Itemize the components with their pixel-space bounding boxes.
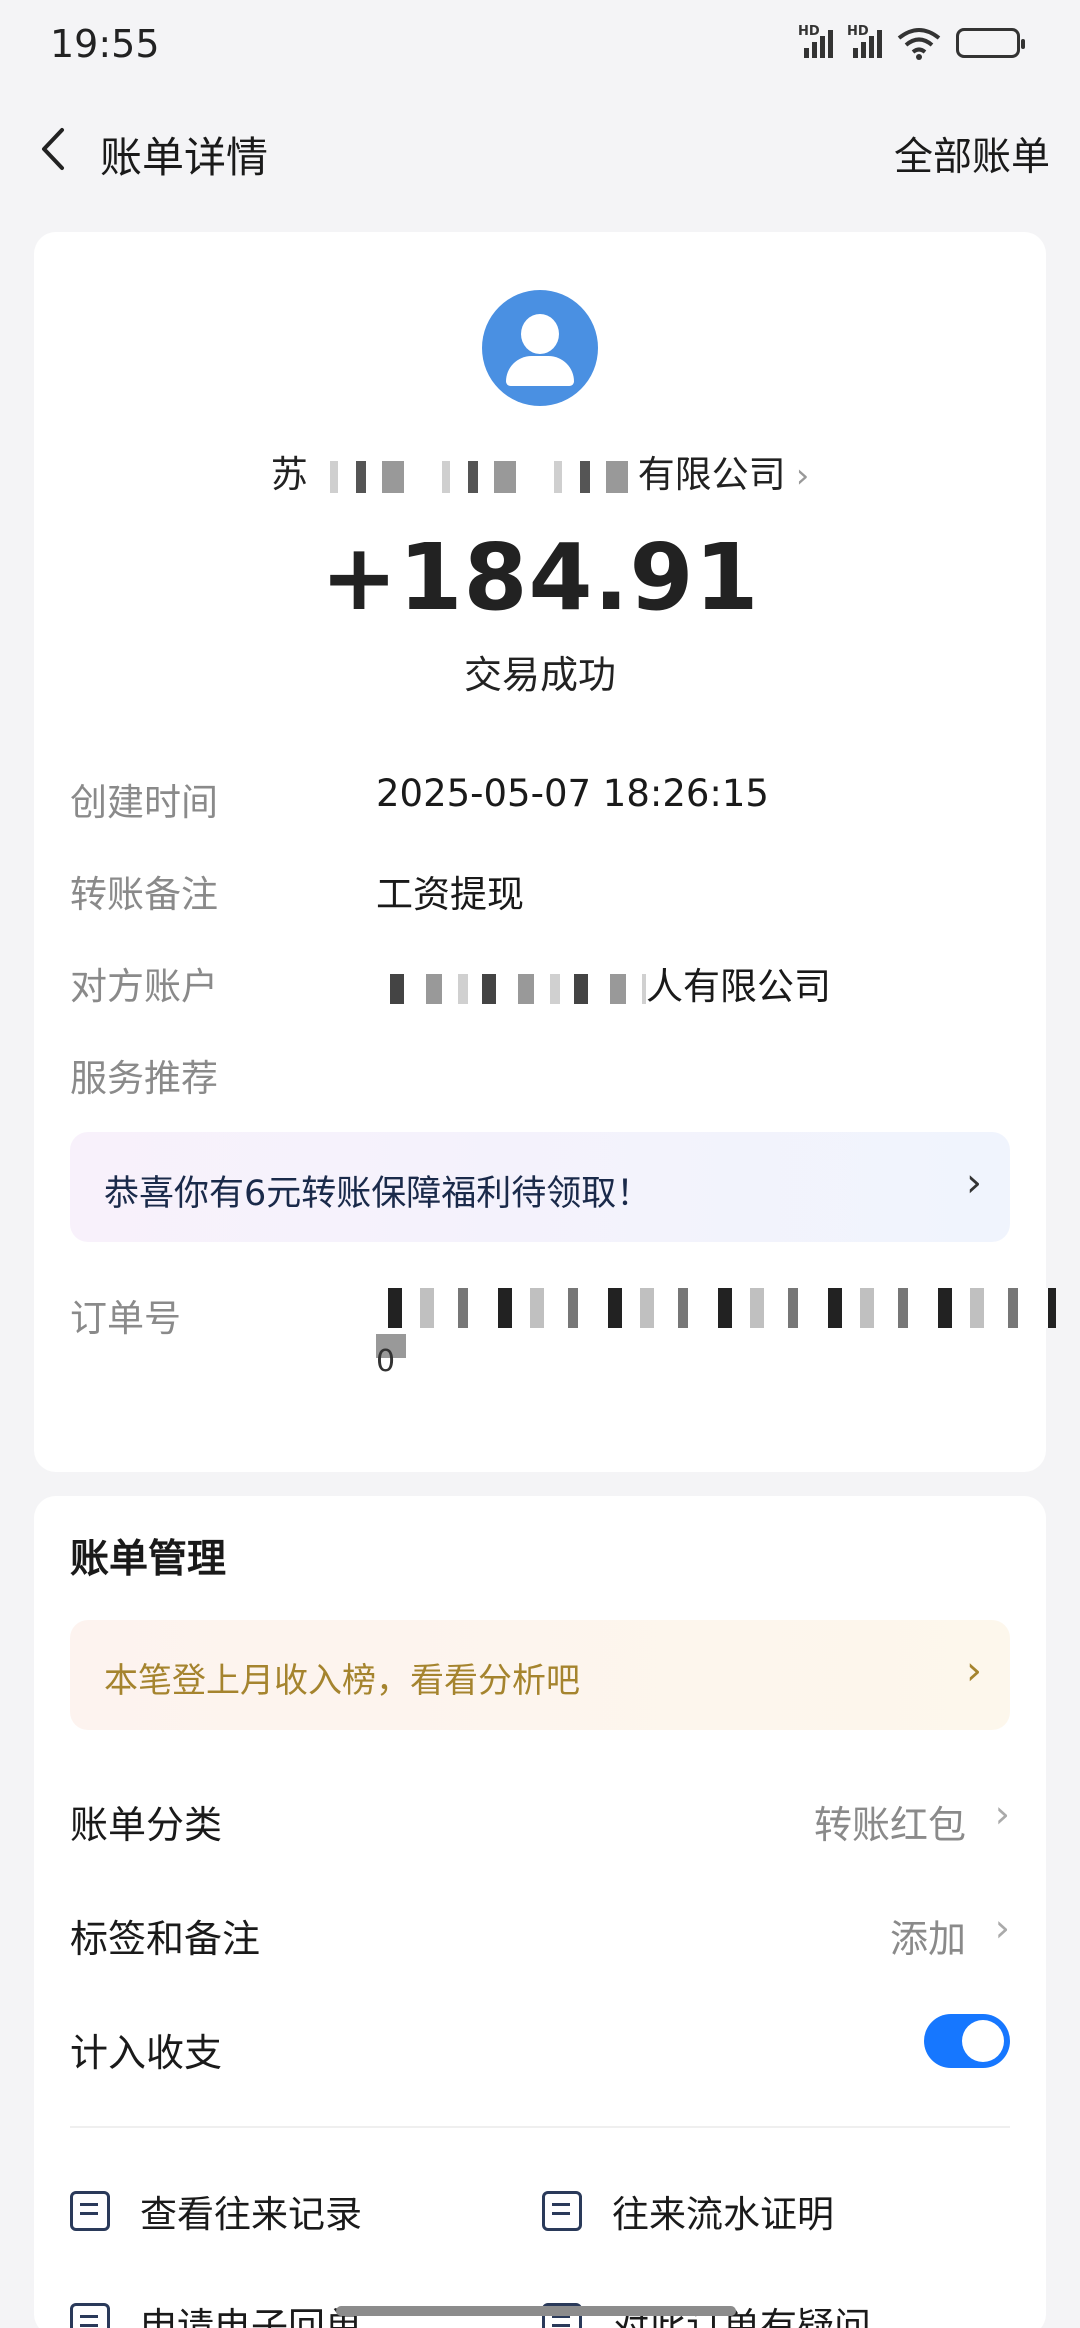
status-icons: HD HD [798, 24, 1025, 60]
count-toggle[interactable] [924, 2014, 1010, 2068]
category-row[interactable]: 账单分类 转账红包 › [70, 1792, 1010, 1854]
rank-text: 本笔登上月收入榜，看看分析吧 [104, 1661, 580, 1701]
redacted-mosaic [307, 460, 638, 493]
category-label: 账单分类 [70, 1803, 223, 1847]
view-history-button[interactable]: 查看往来记录 [70, 2184, 362, 2238]
battery-icon [956, 28, 1025, 58]
record-icon [70, 2191, 110, 2231]
payee-name[interactable]: 苏 有限公司 › [34, 444, 1046, 498]
page-title: 账单详情 [100, 133, 269, 182]
tags-value: 添加 [889, 1917, 966, 1961]
redacted-mosaic [376, 1288, 1056, 1328]
divider [70, 2126, 1010, 2128]
payee-prefix: 苏 [270, 453, 308, 496]
signal-icon: HD [798, 24, 833, 58]
chevron-right-icon: › [994, 1906, 1010, 1950]
count-row: 计入收支 [70, 2014, 1010, 2082]
tags-row[interactable]: 标签和备注 添加 › [70, 1906, 1010, 1968]
status-time: 19:55 [50, 22, 160, 66]
created-value: 2025-05-07 18:26:15 [376, 772, 769, 815]
income-rank-banner[interactable]: 本笔登上月收入榜，看看分析吧 › [70, 1620, 1010, 1730]
counterparty-value: 人有限公司 [376, 956, 831, 1010]
memo-label: 转账备注 [70, 873, 218, 916]
bill-management-card: 账单管理 本笔登上月收入榜，看看分析吧 › 账单分类 转账红包 › 标签和备注 … [34, 1496, 1046, 2328]
counterparty-label: 对方账户 [70, 965, 218, 1008]
wifi-icon [897, 28, 941, 60]
back-arrow-icon[interactable] [30, 124, 80, 174]
service-label: 服务推荐 [70, 1057, 218, 1100]
receipt-icon [70, 2303, 110, 2328]
chevron-right-icon: › [966, 1160, 982, 1206]
signal-icon: HD [847, 24, 882, 58]
transaction-card: 苏有限公司 › +184.91 交易成功 创建时间 2025-05-07 18:2… [34, 232, 1056, 1472]
receipt-button[interactable]: 申请电子回单 [70, 2296, 362, 2328]
action-label: 往来流水证明 [612, 2193, 834, 2236]
payee-suffix: 有限公司 [637, 453, 786, 496]
chevron-right-icon: › [795, 456, 810, 496]
home-indicator[interactable] [336, 2306, 736, 2316]
action-label: 查看往来记录 [140, 2193, 362, 2236]
avatar-icon [482, 290, 598, 406]
bill-detail-page: 19:55 HD HD 账单详情 全部账单 苏 有限公司 › +184.91 交… [0, 0, 1080, 2328]
transaction-status: 交易成功 [463, 653, 616, 697]
category-value: 转账红包 [813, 1803, 966, 1847]
tags-label: 标签和备注 [70, 1917, 261, 1961]
memo-value: 工资提现 [376, 873, 524, 916]
chevron-right-icon: › [994, 1792, 1010, 1836]
promo-text: 恭喜你有6元转账保障福利待领取！ [104, 1174, 652, 1214]
status-bar: 19:55 HD HD [0, 0, 1080, 90]
nav-bar: 账单详情 全部账单 [0, 110, 1080, 192]
created-label: 创建时间 [70, 781, 218, 824]
order-number-tail: 0 [376, 1344, 396, 1379]
action-label: 申请电子回单 [140, 2305, 362, 2328]
redacted-mosaic [376, 973, 646, 1004]
count-label: 计入收支 [70, 2031, 223, 2075]
section-title: 账单管理 [70, 1537, 227, 1582]
flow-proof-button[interactable]: 往来流水证明 [542, 2184, 834, 2238]
transfer-protection-banner[interactable]: 恭喜你有6元转账保障福利待领取！ › [70, 1132, 1010, 1242]
all-bills-link[interactable]: 全部账单 [894, 126, 1050, 182]
chevron-right-icon: › [966, 1648, 982, 1694]
order-label: 订单号 [70, 1297, 181, 1340]
document-icon [542, 2191, 582, 2231]
amount: +184.91 [320, 524, 760, 631]
counterparty-suffix: 人有限公司 [646, 965, 831, 1008]
